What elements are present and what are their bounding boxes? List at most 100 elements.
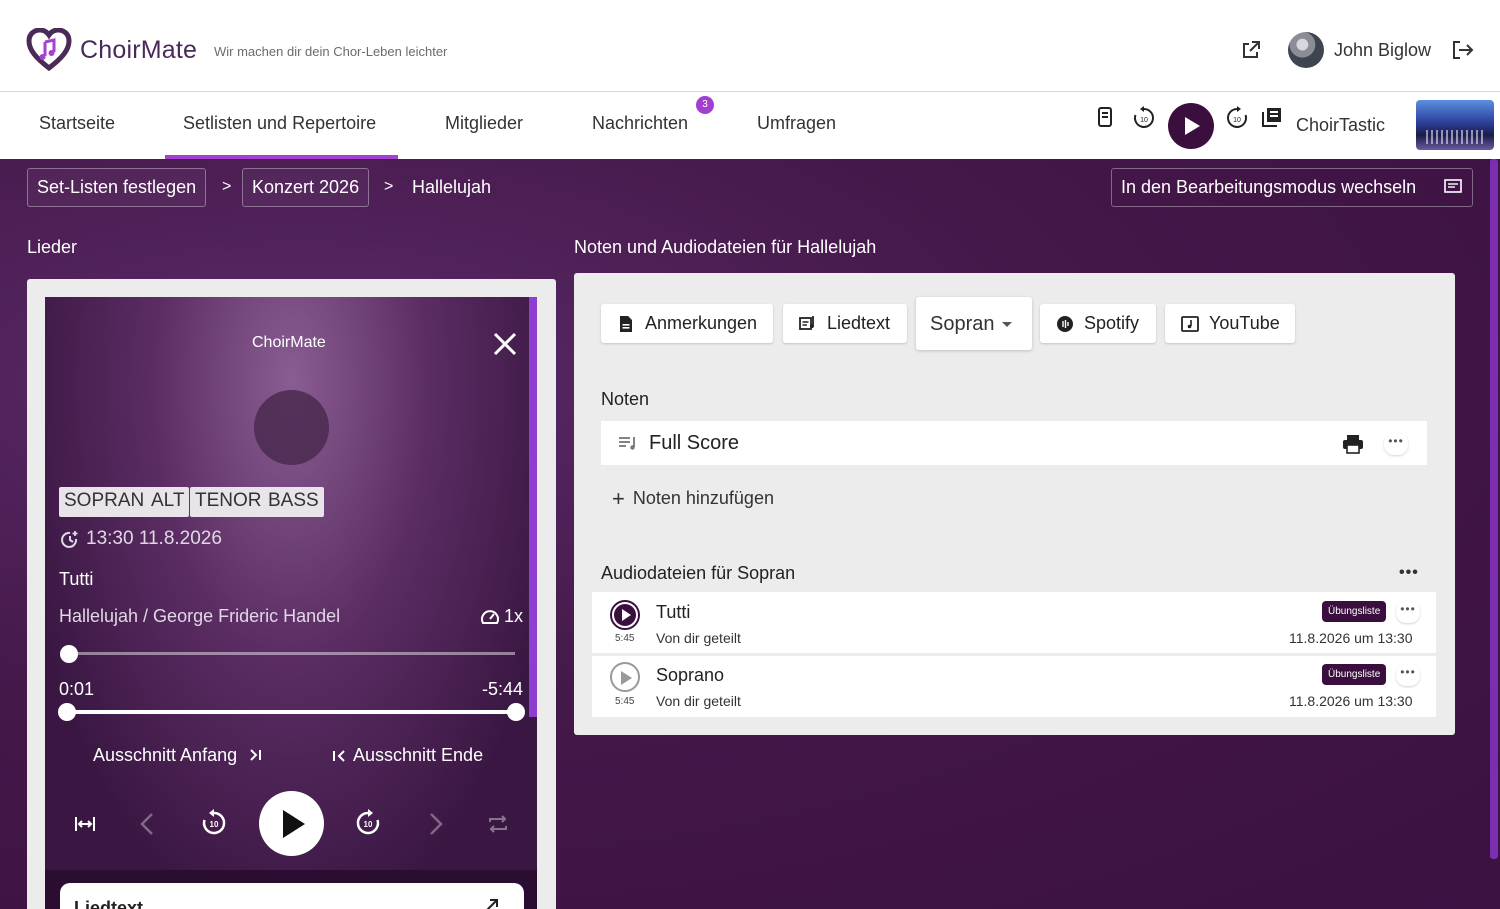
voice-tag-bass[interactable]: BASS (263, 487, 324, 517)
speed-icon[interactable] (480, 608, 500, 626)
practice-list-badge[interactable]: Übungsliste (1322, 601, 1387, 622)
audio-player (45, 297, 537, 870)
player-datetime: 13:30 11.8.2026 (86, 528, 222, 549)
next-icon[interactable] (421, 810, 449, 838)
notes-tab-button[interactable]: Anmerkungen (601, 304, 773, 343)
audio-more-button[interactable]: ••• (1396, 601, 1420, 623)
cut-start-icon (250, 749, 262, 761)
audio-shared: Von dir geteilt (656, 630, 741, 646)
breadcrumb-konzert[interactable]: Konzert 2026 (242, 168, 370, 207)
choir-thumbnail[interactable] (1416, 100, 1494, 150)
expand-arrow-icon[interactable] (484, 898, 500, 909)
player-scrollbar[interactable] (529, 297, 537, 717)
cut-end-label: Ausschnitt Ende (353, 745, 484, 765)
close-icon[interactable] (492, 331, 518, 357)
forward-10-icon[interactable]: 10 (354, 808, 382, 836)
cut-end-icon (333, 750, 345, 762)
choirmate-logo-icon[interactable] (26, 28, 72, 72)
app-header: ChoirMate Wir machen dir dein Chor-Leben… (0, 0, 1500, 92)
audio-more-button[interactable]: ••• (1396, 664, 1420, 686)
spotify-icon (1057, 316, 1073, 332)
score-more-button[interactable]: ••• (1384, 433, 1408, 455)
score-name[interactable]: Full Score (649, 432, 739, 455)
audio-shared: Von dir geteilt (656, 693, 741, 709)
logout-icon[interactable] (1452, 40, 1474, 60)
nav-item-setlisten[interactable]: Setlisten und Repertoire (183, 113, 376, 134)
audio-name[interactable]: Soprano (656, 665, 724, 686)
audio-date: 11.8.2026 um 13:30 (1289, 630, 1413, 646)
tagline: Wir machen dir dein Chor-Leben leichter (214, 44, 448, 59)
header-play-button[interactable] (1168, 103, 1214, 149)
voice-select[interactable]: Sopran (916, 297, 1032, 350)
choir-name[interactable]: ChoirTastic (1296, 115, 1385, 136)
scores-heading: Noten (601, 389, 650, 409)
audio-more-button[interactable]: ••• (1399, 564, 1419, 582)
lyrics-card-label: Liedtext (74, 898, 144, 909)
progress-slider[interactable] (69, 652, 515, 655)
add-scores-button[interactable]: + Noten hinzufügen (612, 486, 774, 512)
play-icon (621, 671, 632, 685)
music-list-icon (619, 437, 635, 450)
voice-tag-sopran[interactable]: SOPRAN (59, 487, 150, 517)
library-icon[interactable] (1260, 105, 1284, 129)
svg-text:10: 10 (1140, 117, 1148, 124)
audio-name[interactable]: Tutti (656, 602, 690, 623)
replay-10-icon[interactable]: 10 (200, 808, 228, 836)
edit-mode-button[interactable]: In den Bearbeitungsmodus wechseln (1111, 168, 1473, 207)
album-art (254, 390, 329, 465)
schedule-icon (61, 531, 78, 548)
audio-duration: 5:45 (615, 696, 635, 707)
nav-item-umfragen[interactable]: Umfragen (757, 113, 836, 134)
time-elapsed: 0:01 (59, 679, 95, 699)
youtube-button[interactable]: YouTube (1165, 304, 1295, 343)
lyrics-icon (799, 316, 814, 330)
voice-tag-alt[interactable]: ALT (146, 487, 190, 517)
youtube-label: YouTube (1209, 313, 1280, 333)
previous-icon[interactable] (134, 810, 162, 838)
svg-text:10: 10 (364, 820, 373, 829)
nav-item-mitglieder[interactable]: Mitglieder (445, 113, 523, 134)
songs-section-title: Lieder (27, 237, 78, 257)
phone-icon[interactable] (1093, 105, 1117, 129)
player-speed[interactable]: 1x (504, 606, 523, 627)
user-name[interactable]: John Biglow (1334, 40, 1431, 61)
player-song: Hallelujah / George Frideric Handel (59, 606, 341, 626)
audio-play-button[interactable] (610, 662, 640, 692)
print-icon[interactable] (1342, 434, 1364, 454)
spotify-button[interactable]: Spotify (1040, 304, 1156, 343)
edit-mode-icon (1444, 179, 1462, 193)
add-scores-label: Noten hinzufügen (632, 488, 774, 508)
range-start-knob[interactable] (58, 703, 76, 721)
time-remaining: -5:44 (482, 679, 524, 699)
forward-10-icon[interactable]: 10 (1225, 105, 1249, 129)
lyrics-tab-button[interactable]: Liedtext (783, 304, 907, 343)
brand-name: ChoirMate (80, 36, 198, 64)
avatar[interactable] (1288, 32, 1324, 68)
open-external-icon[interactable] (1241, 40, 1261, 60)
breadcrumb-setlisten[interactable]: Set-Listen festlegen (27, 168, 207, 207)
cut-start-button[interactable]: Ausschnitt Anfang (93, 745, 264, 766)
play-icon (283, 810, 305, 838)
practice-list-badge[interactable]: Übungsliste (1322, 664, 1387, 685)
audio-duration: 5:45 (615, 633, 635, 644)
range-end-knob[interactable] (507, 703, 525, 721)
svg-text:10: 10 (210, 820, 219, 829)
cut-end-button[interactable]: Ausschnitt Ende (333, 745, 484, 766)
repeat-icon[interactable] (484, 810, 512, 838)
audio-play-button[interactable] (610, 600, 640, 630)
nav-item-nachrichten[interactable]: Nachrichten (592, 113, 688, 134)
section-range-slider[interactable] (67, 710, 516, 714)
messages-badge: 3 (696, 96, 714, 114)
fit-width-icon[interactable] (71, 810, 99, 838)
nav-item-startseite[interactable]: Startseite (39, 113, 115, 134)
page-scrollbar[interactable] (1490, 159, 1498, 859)
chevron-down-icon (1002, 322, 1012, 327)
replay-10-icon[interactable]: 10 (1132, 105, 1156, 129)
player-play-button[interactable] (259, 791, 324, 856)
progress-knob[interactable] (60, 645, 78, 663)
voice-tag-tenor[interactable]: TENOR (190, 487, 267, 517)
spotify-label: Spotify (1084, 313, 1140, 333)
player-title: ChoirMate (252, 334, 326, 351)
play-icon (614, 604, 636, 626)
breadcrumb-separator: > (384, 178, 394, 195)
